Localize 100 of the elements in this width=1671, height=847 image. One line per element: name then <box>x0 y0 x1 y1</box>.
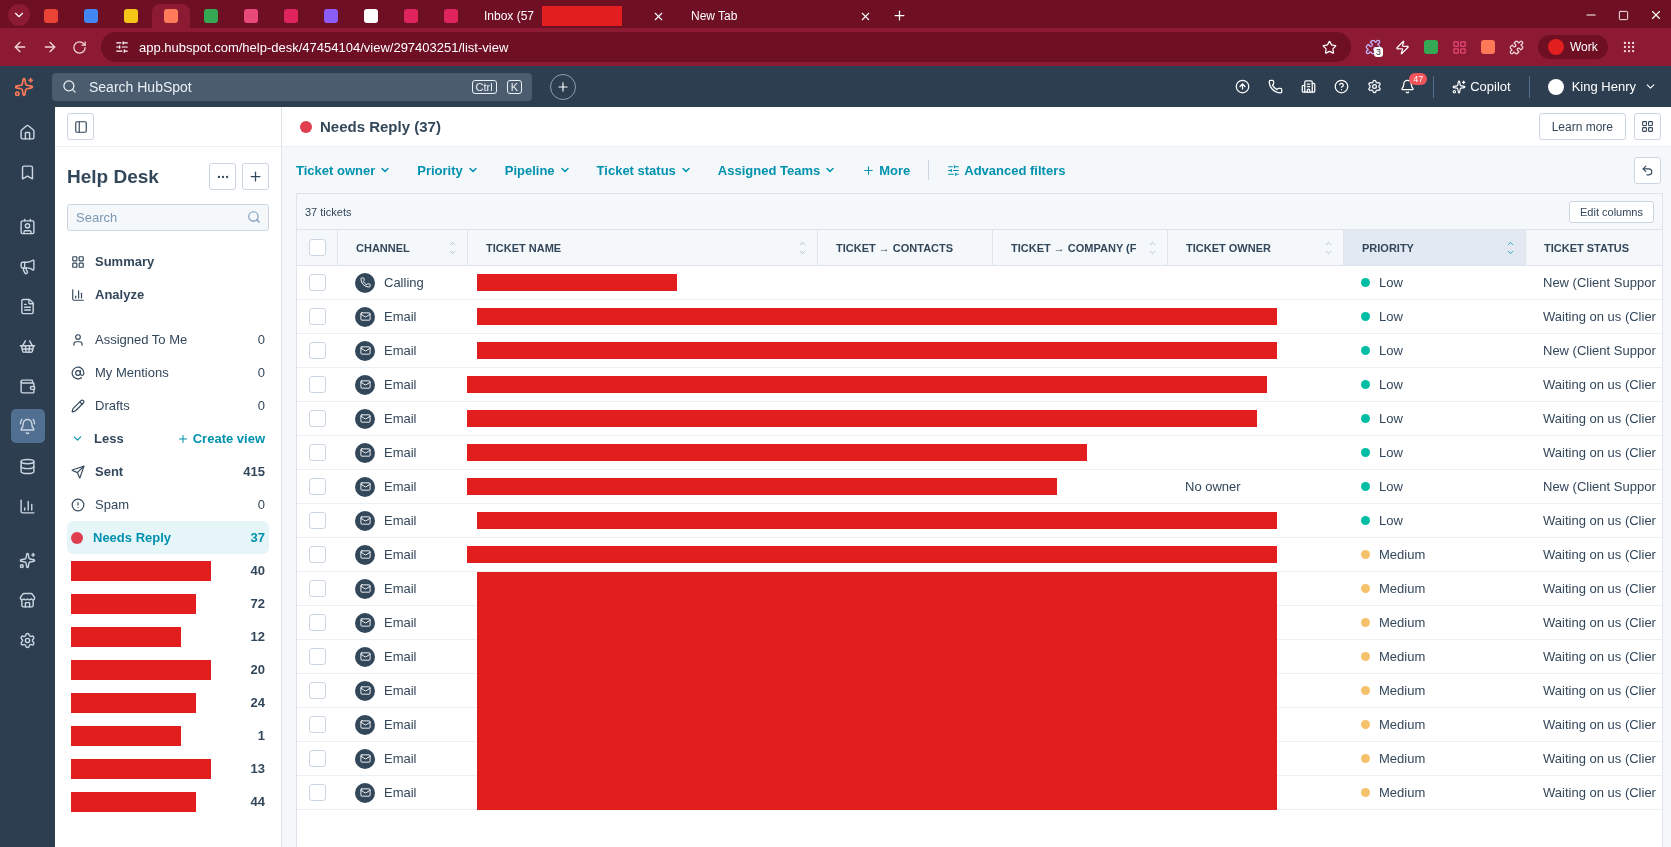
sidebar-title: Help Desk <box>67 165 159 188</box>
mail-icon <box>355 680 375 701</box>
key-label: Ctrl <box>471 79 497 94</box>
column-header[interactable]: TICKET STATUS <box>1525 230 1662 265</box>
channel-text: Email <box>384 343 417 358</box>
upgrade-icon[interactable] <box>1235 79 1251 94</box>
grid-menu-button[interactable] <box>1634 113 1661 140</box>
column-header[interactable]: PRIORITY <box>1343 230 1525 265</box>
column-header[interactable]: CHANNEL <box>337 230 467 265</box>
mail-icon <box>355 544 375 565</box>
close-icon[interactable] <box>1649 8 1663 22</box>
browser-tab[interactable]: Inbox (57 <box>472 4 677 28</box>
column-header[interactable]: TICKET → CONTACTS <box>817 230 992 265</box>
extension-icon[interactable] <box>1365 39 1381 55</box>
ticket-count: 37 tickets <box>305 205 352 218</box>
send-icon <box>71 464 85 479</box>
advanced-filters-button[interactable]: Advanced filters <box>947 162 1066 178</box>
owner-text: No owner <box>1185 479 1241 494</box>
channel-text: Email <box>384 581 417 596</box>
user-menu[interactable]: King Henry <box>1547 78 1657 95</box>
checkbox[interactable] <box>309 239 326 256</box>
marketplace-icon[interactable] <box>1301 79 1317 94</box>
checkbox[interactable] <box>309 410 326 427</box>
grid-icon <box>1641 120 1654 133</box>
undo-button[interactable] <box>1634 156 1661 184</box>
dot-icon <box>300 120 312 133</box>
sidebar-item[interactable]: Assigned To Me 0 <box>67 323 269 356</box>
back-icon[interactable] <box>12 39 28 55</box>
bolt-icon[interactable] <box>1395 39 1410 55</box>
phone-icon <box>355 272 375 293</box>
pencil-icon <box>71 398 85 413</box>
tab-search-button[interactable] <box>8 4 30 26</box>
column-header[interactable]: TICKET NAME <box>467 230 817 265</box>
status-text: Waiting on us (Clier <box>1543 615 1656 630</box>
view-item[interactable]: Sent 415 <box>67 455 269 488</box>
filter-dropdown[interactable]: Ticket owner <box>296 162 392 178</box>
tab-title: Inbox (57 <box>484 9 535 23</box>
settings-icon[interactable] <box>1367 79 1383 94</box>
address-bar[interactable]: app.hubspot.com/help-desk/47454104/view/297403251/list-view <box>101 32 1351 62</box>
checkbox[interactable] <box>309 648 326 665</box>
checkbox[interactable] <box>309 682 326 699</box>
checkbox[interactable] <box>309 716 326 733</box>
sidebar-item[interactable]: My Mentions 0 <box>67 356 269 389</box>
star-icon[interactable] <box>1322 39 1337 55</box>
add-button[interactable] <box>242 163 269 190</box>
mail-icon <box>355 510 375 531</box>
reload-icon[interactable] <box>72 39 87 55</box>
channel-text: Calling <box>384 275 424 290</box>
bell-icon[interactable] <box>10 409 45 443</box>
view-item[interactable]: Spam 0 <box>67 488 269 521</box>
sidebar-item[interactable]: Drafts 0 <box>67 389 269 422</box>
search-field[interactable]: Search <box>67 204 269 231</box>
status-text: Waiting on us (Clier <box>1543 649 1656 664</box>
browser-tab[interactable]: New Tab <box>679 4 884 28</box>
checkbox[interactable] <box>309 342 326 359</box>
filter-dropdown[interactable]: Ticket status <box>596 162 692 178</box>
url-text: app.hubspot.com/help-desk/47454104/view/297403251/list-view <box>139 39 510 55</box>
checkbox[interactable] <box>309 512 326 529</box>
channel-text: Email <box>384 751 417 766</box>
create-view-link[interactable]: Create view <box>176 431 265 446</box>
sparkle-icon <box>1452 79 1467 94</box>
profile-button[interactable]: Work <box>1538 35 1608 59</box>
checkbox[interactable] <box>309 750 326 767</box>
menu-icon[interactable] <box>1621 40 1636 54</box>
status-text: Waiting on us (Clier <box>1543 751 1656 766</box>
search-bar[interactable]: Search HubSpot Ctrl K <box>52 72 532 101</box>
edit-columns-button[interactable]: Edit columns <box>1569 200 1654 223</box>
checkbox[interactable] <box>309 784 326 801</box>
maximize-icon[interactable] <box>1618 10 1629 21</box>
help-icon[interactable] <box>1334 79 1350 94</box>
channel-text: Email <box>384 513 417 528</box>
filter-dropdown[interactable]: Assigned Teams <box>717 162 837 178</box>
column-header[interactable]: TICKET → COMPANY (F <box>992 230 1167 265</box>
phone-icon[interactable] <box>1268 79 1284 94</box>
checkbox[interactable] <box>309 614 326 631</box>
search-field[interactable]: Search HubSpot <box>87 77 462 96</box>
learn-more-button[interactable]: Learn more <box>1538 113 1626 140</box>
checkbox[interactable] <box>309 308 326 325</box>
sidebar-item[interactable]: Analyze <box>67 278 269 311</box>
checkbox[interactable] <box>309 274 326 291</box>
dot-icon <box>71 531 83 544</box>
site-settings-icon[interactable] <box>115 40 129 54</box>
key-label: K <box>506 79 522 94</box>
mail-icon <box>355 340 375 361</box>
priority-text: Low <box>1379 445 1403 460</box>
status-text: New (Client Suppor <box>1543 275 1656 290</box>
less-toggle[interactable]: Less <box>94 431 124 446</box>
copilot-button[interactable]: Copilot <box>1452 79 1511 94</box>
checkbox[interactable] <box>309 580 326 597</box>
panel-toggle-button[interactable] <box>67 113 94 140</box>
checkbox[interactable] <box>309 478 326 495</box>
checkbox[interactable] <box>309 444 326 461</box>
extensions-icon[interactable] <box>1509 39 1524 55</box>
priority-text: Low <box>1379 309 1403 324</box>
sidebar-item[interactable]: Summary <box>67 245 269 278</box>
checkbox[interactable] <box>309 546 326 563</box>
new-tab-icon[interactable] <box>892 8 907 23</box>
logo-icon[interactable] <box>14 76 34 97</box>
forward-icon[interactable] <box>42 39 58 55</box>
checkbox[interactable] <box>309 376 326 393</box>
